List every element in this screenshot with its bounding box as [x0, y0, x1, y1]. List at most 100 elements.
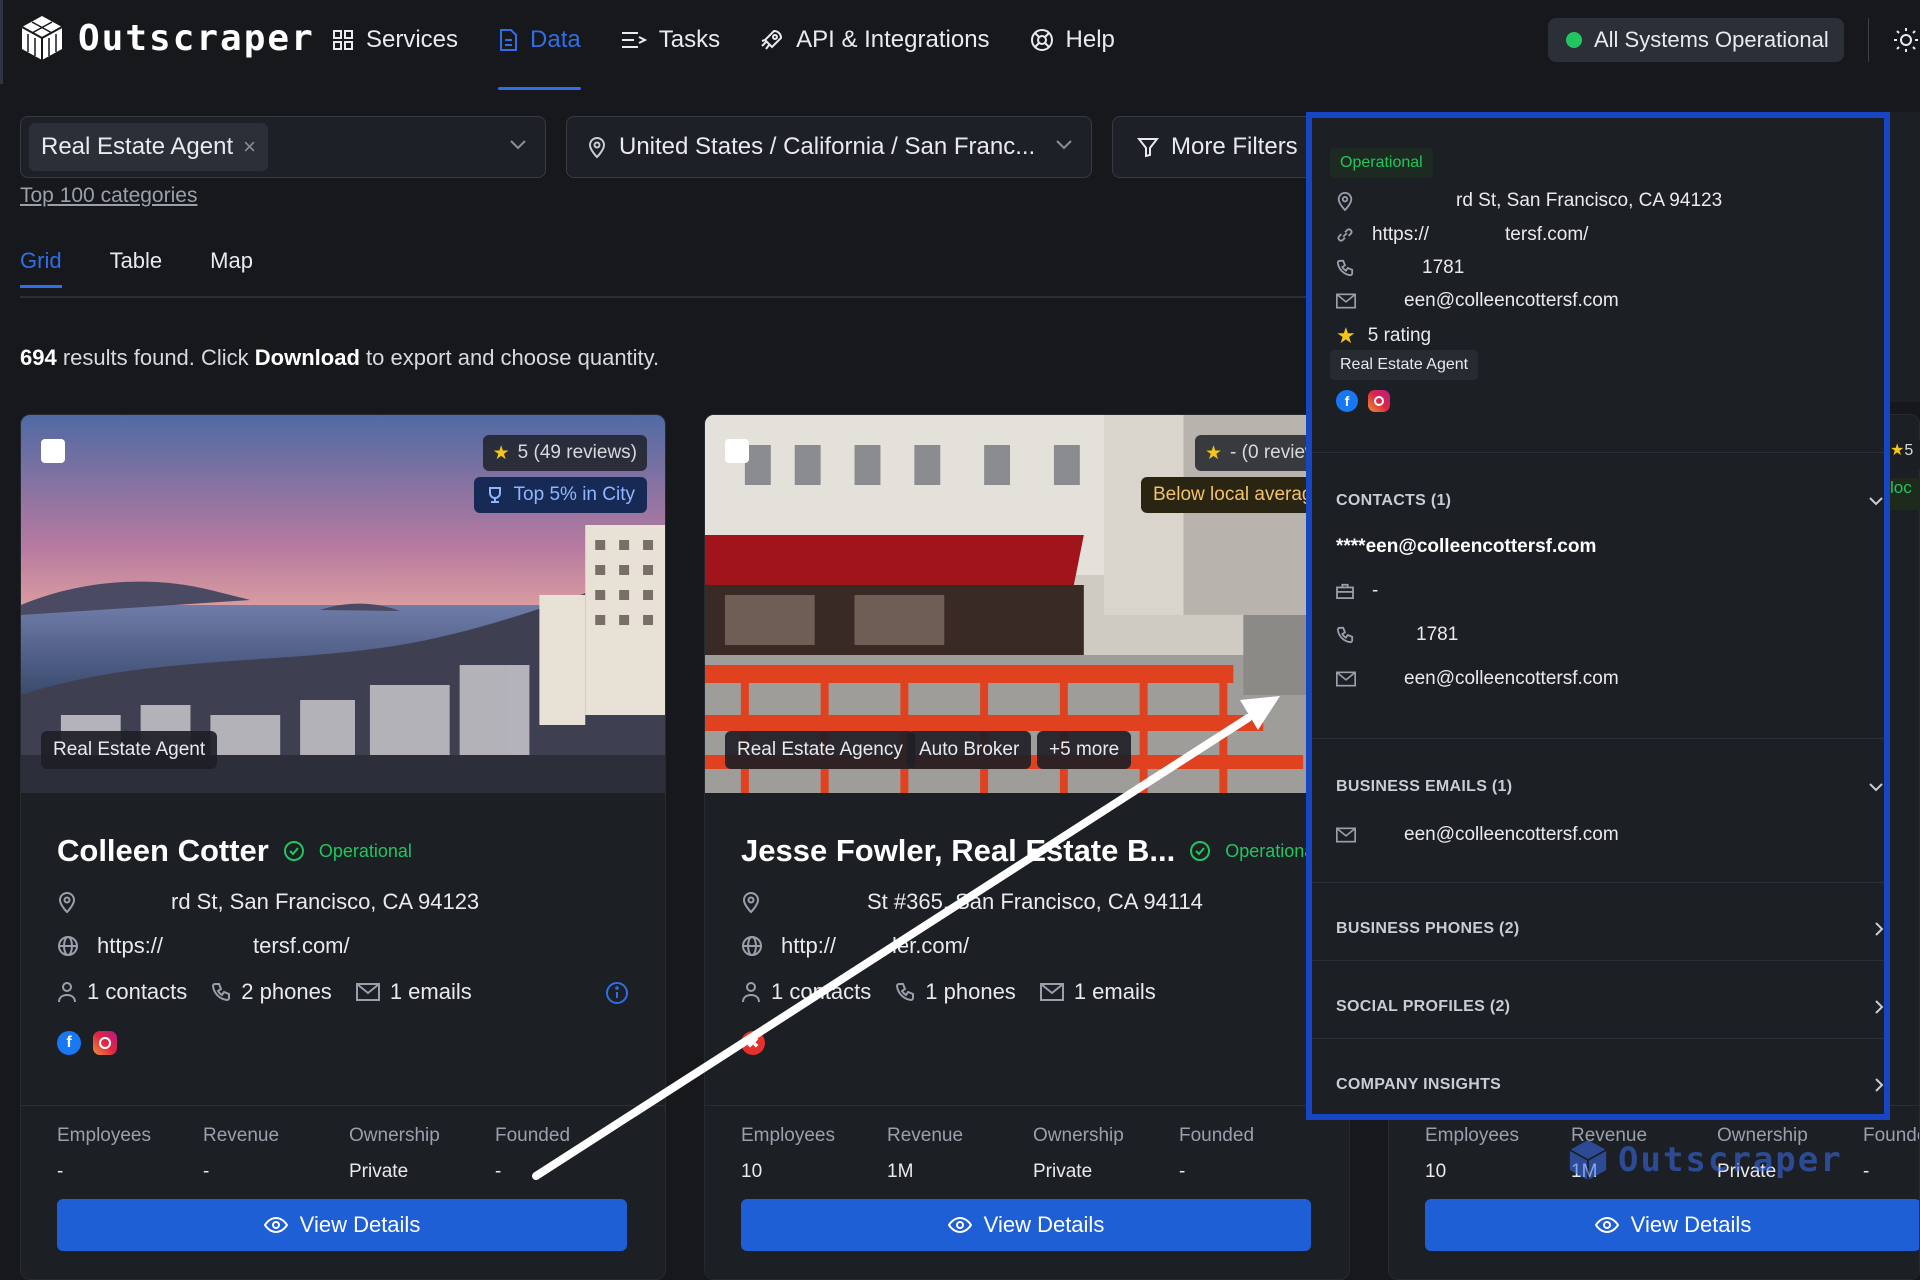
- nav-help[interactable]: Help: [1030, 20, 1115, 60]
- stat-founded: Founded -: [1863, 1125, 1919, 1183]
- contacts-count[interactable]: 1 contacts: [57, 979, 187, 1005]
- company-stats: Employees 10 Revenue 1M Ownership Private F…: [741, 1125, 1325, 1183]
- stat-value: -: [1863, 1161, 1870, 1182]
- more-tags-chip[interactable]: +5 more: [1037, 731, 1132, 769]
- cube-logo-icon: [21, 16, 63, 60]
- social-profiles-section-header[interactable]: SOCIAL PROFILES (2): [1336, 998, 1884, 1016]
- stat-employees: Employees 10: [1425, 1125, 1571, 1183]
- view-details-button[interactable]: View Details: [57, 1199, 627, 1251]
- section-divider: [1312, 960, 1884, 961]
- address-row: St #365, San Francisco, CA 94114: [741, 889, 1203, 915]
- phones-count-text: 2 phones: [241, 979, 332, 1004]
- stat-ownership: Ownership Private: [1033, 1125, 1179, 1183]
- website-row: https:// tersf.com/: [1336, 224, 1588, 246]
- main-nav: Services Data Tasks API & Integrations H…: [332, 20, 1155, 90]
- remove-chip-icon[interactable]: ×: [243, 134, 256, 160]
- stat-founded: Founded -: [495, 1125, 641, 1183]
- contact-email[interactable]: een@colleencottersf.com: [1404, 668, 1619, 690]
- nav-api-integrations[interactable]: API & Integrations: [760, 20, 990, 60]
- stat-value: 10: [741, 1161, 763, 1182]
- company-stats: Employees - Revenue - Ownership Private Fou…: [57, 1125, 641, 1183]
- contact-title-row: -: [1336, 580, 1378, 602]
- nav-data-label: Data: [530, 26, 581, 53]
- business-emails-section-header[interactable]: BUSINESS EMAILS (1): [1336, 778, 1884, 796]
- top-categories-link[interactable]: Top 100 categories: [20, 184, 197, 208]
- tab-map[interactable]: Map: [210, 248, 253, 288]
- system-status-badge[interactable]: All Systems Operational: [1548, 18, 1844, 62]
- nav-tasks[interactable]: Tasks: [621, 20, 720, 60]
- company-insights-header-label: COMPANY INSIGHTS: [1336, 1076, 1502, 1093]
- tasks-icon: [621, 32, 647, 48]
- pinterest-icon[interactable]: ✖: [741, 1031, 765, 1055]
- address-row: rd St, San Francisco, CA 94123: [1336, 190, 1722, 212]
- website-row: http:// ler.com/: [741, 933, 969, 959]
- sun-icon[interactable]: [1892, 26, 1920, 54]
- info-icon[interactable]: [605, 981, 629, 1005]
- system-status-text: All Systems Operational: [1594, 27, 1829, 52]
- location-pin-icon: [58, 892, 76, 914]
- filter-funnel-icon: [1137, 138, 1159, 158]
- contact-phone[interactable]: 1781: [1416, 624, 1458, 646]
- view-tabs: Grid Table Map: [20, 248, 253, 288]
- nav-services-label: Services: [366, 26, 459, 53]
- contacts-header-label: CONTACTS (1): [1336, 492, 1452, 509]
- emails-count[interactable]: 1 emails: [355, 979, 472, 1005]
- social-links: f: [57, 1031, 117, 1055]
- category-select[interactable]: Real Estate Agent ×: [20, 116, 546, 178]
- company-insights-section-header[interactable]: COMPANY INSIGHTS: [1336, 1076, 1884, 1094]
- website-link[interactable]: https:// tersf.com/: [97, 933, 350, 959]
- instagram-icon[interactable]: [93, 1031, 117, 1055]
- check-circle-icon: [1190, 841, 1211, 861]
- phone-text[interactable]: 1781: [1422, 257, 1464, 279]
- phones-count[interactable]: 1 phones: [895, 979, 1016, 1005]
- rank-badge: Top 5% in City: [473, 477, 647, 513]
- select-checkbox[interactable]: [41, 439, 65, 463]
- stat-value: Private: [349, 1161, 409, 1182]
- eye-icon: [1594, 1217, 1619, 1233]
- nav-services[interactable]: Services: [332, 20, 458, 60]
- nav-data[interactable]: Data: [498, 20, 581, 90]
- stat-founded: Founded -: [1179, 1125, 1325, 1183]
- phones-count[interactable]: 2 phones: [211, 979, 332, 1005]
- view-details-button[interactable]: View Details: [741, 1199, 1311, 1251]
- website-link[interactable]: http:// ler.com/: [781, 933, 969, 959]
- person-icon: [742, 982, 760, 1003]
- website-link[interactable]: https:// tersf.com/: [1372, 224, 1588, 246]
- stat-ownership: Ownership Private: [349, 1125, 495, 1183]
- emails-count[interactable]: 1 emails: [1039, 979, 1156, 1005]
- select-checkbox[interactable]: [725, 439, 749, 463]
- email-text[interactable]: een@colleencottersf.com: [1404, 290, 1619, 312]
- website-row: https:// tersf.com/: [57, 933, 350, 959]
- instagram-icon[interactable]: [1368, 390, 1390, 412]
- website-suffix: tersf.com/: [1505, 224, 1589, 245]
- chevron-down-icon: [1869, 497, 1883, 506]
- location-pin-icon: [742, 892, 760, 914]
- contact-counts-row: 1 contacts 1 phones 1 emails: [741, 979, 1168, 1005]
- phone-row: 1781: [1336, 257, 1464, 279]
- facebook-icon[interactable]: f: [1336, 390, 1358, 412]
- contacts-section-header[interactable]: CONTACTS (1): [1336, 492, 1884, 510]
- brand-logo[interactable]: Outscraper: [20, 14, 315, 62]
- website-prefix: https://: [97, 933, 164, 958]
- location-select[interactable]: United States / California / San Franc..…: [566, 116, 1092, 178]
- contacts-count[interactable]: 1 contacts: [741, 979, 871, 1005]
- business-email[interactable]: een@colleencottersf.com: [1404, 824, 1619, 846]
- tab-table[interactable]: Table: [110, 248, 163, 288]
- view-details-label: View Details: [1630, 1212, 1752, 1237]
- business-name[interactable]: Jesse Fowler, Real Estate B...: [741, 833, 1175, 869]
- chevron-down-icon: [1056, 140, 1072, 150]
- location-pin-icon: [588, 137, 606, 159]
- contacts-count-text: 1 contacts: [771, 979, 872, 1004]
- view-details-button[interactable]: View Details: [1425, 1199, 1919, 1251]
- business-name[interactable]: Colleen Cotter: [57, 833, 269, 869]
- facebook-icon[interactable]: f: [57, 1031, 81, 1055]
- nav-help-label: Help: [1065, 26, 1115, 53]
- star-icon: ★: [1890, 442, 1905, 459]
- business-phones-section-header[interactable]: BUSINESS PHONES (2): [1336, 920, 1884, 938]
- business-email-row: een@colleencottersf.com: [1336, 824, 1619, 846]
- tab-grid[interactable]: Grid: [20, 248, 62, 288]
- category-chip: Real Estate Agent ×: [29, 123, 268, 171]
- emails-count-text: 1 emails: [1073, 979, 1156, 1004]
- stat-label: Revenue: [203, 1125, 280, 1146]
- download-hint: Download: [254, 345, 360, 370]
